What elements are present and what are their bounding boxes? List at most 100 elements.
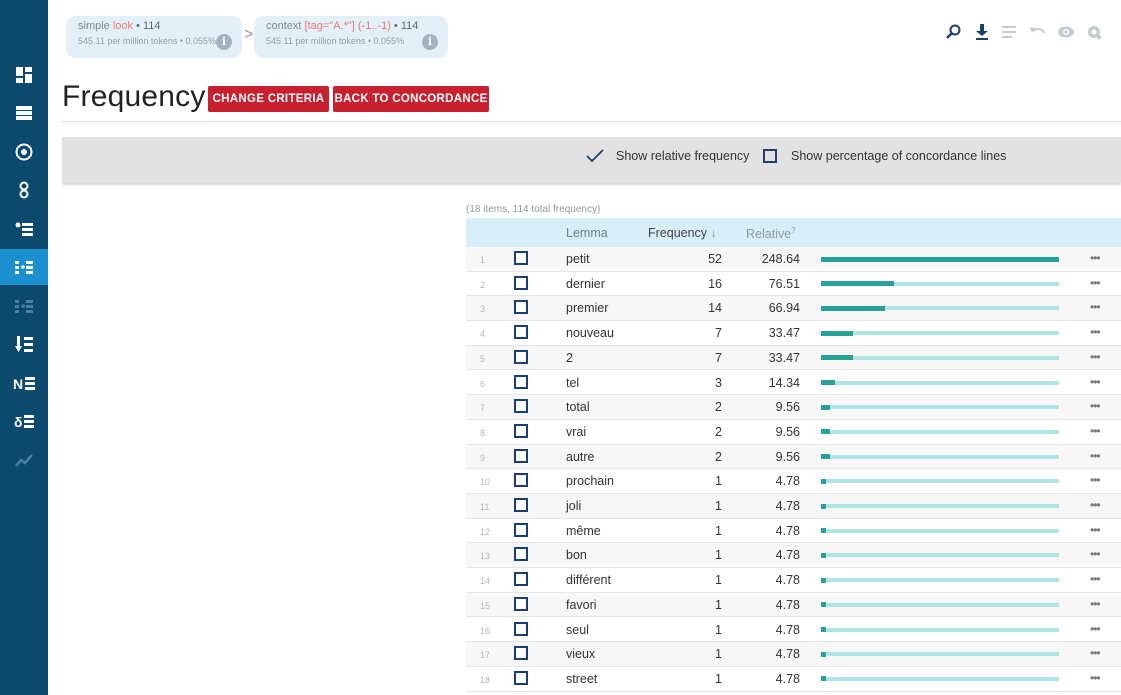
dashboard-icon[interactable] xyxy=(0,57,48,93)
frequency-icon[interactable] xyxy=(0,249,48,285)
lemma-cell[interactable]: prochain xyxy=(566,474,614,488)
undo-icon[interactable] xyxy=(1028,22,1048,42)
relative-frequency-option[interactable]: Show relative frequency xyxy=(586,149,749,163)
list-icon[interactable] xyxy=(0,95,48,131)
info-icon[interactable]: i xyxy=(422,34,438,50)
breadcrumb-context[interactable]: context [tag="A.*"] (-1..-1) • 114 545.1… xyxy=(254,16,448,58)
breadcrumb-simple[interactable]: simple look • 114 545.11 per million tok… xyxy=(66,16,242,58)
more-options-icon[interactable]: ••• xyxy=(1090,424,1101,438)
download-icon[interactable] xyxy=(972,22,992,42)
lemma-cell[interactable]: joli xyxy=(566,499,581,513)
more-options-icon[interactable]: ••• xyxy=(1090,300,1101,314)
more-options-icon[interactable]: ••• xyxy=(1090,547,1101,561)
relative-cell: 9.56 xyxy=(775,449,800,464)
visibility-icon[interactable] xyxy=(1056,22,1076,42)
lemma-cell[interactable]: total xyxy=(566,400,590,414)
relative-cell: 4.78 xyxy=(775,523,800,538)
row-checkbox[interactable] xyxy=(514,522,528,537)
row-number: 17 xyxy=(480,650,491,661)
more-options-icon[interactable]: ••• xyxy=(1090,276,1101,290)
lemma-cell[interactable]: tel xyxy=(566,376,579,390)
collocation-icon[interactable] xyxy=(0,172,48,208)
more-options-icon[interactable]: ••• xyxy=(1090,449,1101,463)
svg-text:N: N xyxy=(13,376,23,390)
row-checkbox[interactable] xyxy=(514,498,528,512)
more-options-icon[interactable]: ••• xyxy=(1090,498,1101,512)
chevron-right-icon: > xyxy=(244,26,254,43)
lemma-cell[interactable]: petit xyxy=(566,252,590,266)
row-checkbox[interactable] xyxy=(514,300,528,315)
more-options-icon[interactable]: ••• xyxy=(1090,622,1101,636)
relative-column-header[interactable]: Relative? xyxy=(746,226,796,241)
row-checkbox[interactable] xyxy=(514,325,528,340)
lemma-cell[interactable]: différent xyxy=(566,573,611,587)
frequency-bar xyxy=(821,305,886,311)
multi-frequency-icon[interactable] xyxy=(0,288,48,324)
checkbox[interactable] xyxy=(763,149,777,163)
table-row: 1 petit 52 248.64 ••• xyxy=(466,247,1121,272)
more-options-icon[interactable]: ••• xyxy=(1090,597,1101,611)
row-checkbox[interactable] xyxy=(514,572,528,587)
more-options-icon[interactable]: ••• xyxy=(1090,572,1101,586)
relative-cell: 9.56 xyxy=(775,400,800,415)
lemma-cell[interactable]: premier xyxy=(566,301,608,315)
table-row: 15 favori 1 4.78 ••• xyxy=(466,592,1121,618)
row-checkbox[interactable] xyxy=(514,596,528,611)
row-checkbox[interactable] xyxy=(514,275,528,290)
trends-icon[interactable] xyxy=(0,442,48,478)
table-row: 18 street 1 4.78 ••• xyxy=(466,667,1121,692)
lemma-cell[interactable]: vieux xyxy=(566,647,595,661)
lemma-cell[interactable]: vrai xyxy=(566,425,586,439)
relative-cell: 4.78 xyxy=(775,622,800,637)
more-options-icon[interactable]: ••• xyxy=(1090,646,1101,660)
lemma-cell[interactable]: autre xyxy=(566,450,595,464)
row-checkbox[interactable] xyxy=(514,646,528,661)
lemma-cell[interactable]: seul xyxy=(566,623,589,637)
frequency-bar xyxy=(821,404,831,410)
lemma-cell[interactable]: même xyxy=(566,524,601,538)
lemma-cell[interactable]: favori xyxy=(566,598,597,612)
search-icon[interactable] xyxy=(944,22,964,42)
row-checkbox[interactable] xyxy=(514,670,528,685)
row-number: 14 xyxy=(480,576,491,587)
percentage-lines-option[interactable]: Show percentage of concordance lines xyxy=(763,149,1006,163)
lemma-cell[interactable]: street xyxy=(566,672,597,686)
more-options-icon[interactable]: ••• xyxy=(1090,399,1101,413)
ngram-icon[interactable]: N xyxy=(0,365,48,401)
sort-icon[interactable] xyxy=(0,326,48,362)
row-checkbox[interactable] xyxy=(514,399,528,414)
help-icon[interactable]: ? xyxy=(791,226,795,235)
row-checkbox[interactable] xyxy=(514,349,528,364)
settings-icon[interactable] xyxy=(1084,22,1104,42)
more-options-icon[interactable]: ••• xyxy=(1090,375,1101,389)
info-icon[interactable]: i xyxy=(216,34,232,50)
more-options-icon[interactable]: ••• xyxy=(1090,473,1101,487)
view-options-icon[interactable] xyxy=(1000,22,1020,42)
row-number: 11 xyxy=(480,502,490,512)
lemma-cell[interactable]: nouveau xyxy=(566,326,614,340)
row-checkbox[interactable] xyxy=(514,423,528,438)
frequency-column-header[interactable]: Frequency ↓ xyxy=(648,226,717,240)
row-checkbox[interactable] xyxy=(514,473,528,488)
more-options-icon[interactable]: ••• xyxy=(1090,325,1101,339)
row-checkbox[interactable] xyxy=(514,448,528,463)
more-options-icon[interactable]: ••• xyxy=(1090,523,1101,537)
row-checkbox[interactable] xyxy=(514,374,528,389)
lemma-cell[interactable]: 2 xyxy=(566,351,573,365)
lemma-column-header[interactable]: Lemma xyxy=(566,226,608,240)
more-options-icon[interactable]: ••• xyxy=(1090,251,1101,265)
back-to-concordance-button[interactable]: BACK TO CONCORDANCE xyxy=(333,86,489,112)
row-checkbox[interactable] xyxy=(514,621,528,636)
row-checkbox[interactable] xyxy=(514,251,528,265)
more-options-icon[interactable]: ••• xyxy=(1090,350,1101,364)
change-criteria-button[interactable]: CHANGE CRITERIA xyxy=(208,86,329,112)
target-icon[interactable] xyxy=(0,134,48,170)
table-row: 4 nouveau 7 33.47 ••• xyxy=(466,321,1121,346)
lemma-cell[interactable]: bon xyxy=(566,548,587,562)
keyword-icon[interactable]: δ xyxy=(0,403,48,439)
lemma-cell[interactable]: dernier xyxy=(566,277,605,291)
row-checkbox[interactable] xyxy=(514,547,528,562)
frequency-bar xyxy=(821,380,835,385)
bullet-list-icon[interactable] xyxy=(0,211,48,247)
more-options-icon[interactable]: ••• xyxy=(1090,671,1101,685)
